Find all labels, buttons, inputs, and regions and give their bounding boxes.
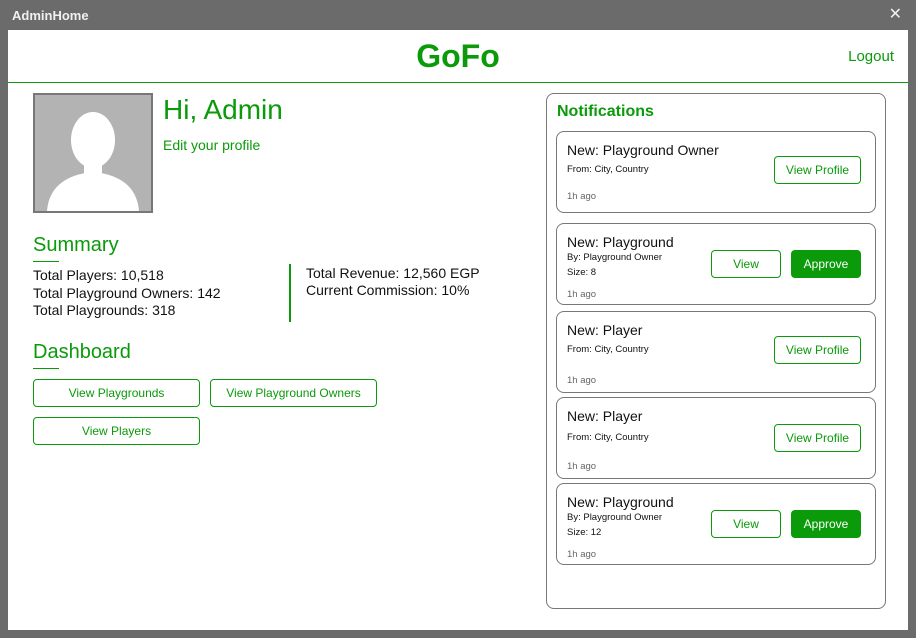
main-content: GoFo Logout Hi, Admin Edit your profile … <box>8 30 908 630</box>
notification-time: 1h ago <box>567 461 597 472</box>
view-profile-button[interactable]: View Profile <box>774 424 861 452</box>
notifications-panel: Notifications New: Playground Owner From… <box>546 93 886 609</box>
dashboard-underline <box>33 368 59 369</box>
top-header: GoFo Logout <box>8 30 908 83</box>
notification-card: New: Player From: City, Country 1h ago V… <box>556 311 876 393</box>
avatar <box>33 93 153 213</box>
dashboard-title: Dashboard <box>33 341 131 363</box>
notification-title: New: Player <box>567 408 643 424</box>
total-revenue-stat: Total Revenue: 12,560 EGP <box>306 265 480 281</box>
notification-title: New: Playground <box>567 494 674 510</box>
notification-card: New: Player From: City, Country 1h ago V… <box>556 397 876 479</box>
greeting-heading: Hi, Admin <box>163 94 283 125</box>
view-playground-owners-button[interactable]: View Playground Owners <box>210 379 377 407</box>
view-profile-button[interactable]: View Profile <box>774 156 861 184</box>
notification-detail: By: Playground Owner <box>567 512 663 523</box>
user-silhouette-icon <box>35 95 151 211</box>
summary-title: Summary <box>33 234 119 256</box>
notification-detail: From: City, Country <box>567 344 649 355</box>
notification-card: New: Playground By: Playground Owner Siz… <box>556 223 876 305</box>
logout-link[interactable]: Logout <box>848 48 894 65</box>
close-icon[interactable]: ✕ <box>889 4 902 24</box>
edit-profile-link[interactable]: Edit your profile <box>163 137 260 153</box>
view-players-button[interactable]: View Players <box>33 417 200 445</box>
notification-time: 1h ago <box>567 289 597 300</box>
notifications-title: Notifications <box>557 103 654 120</box>
notification-time: 1h ago <box>567 191 597 202</box>
notification-title: New: Playground Owner <box>567 142 719 158</box>
notification-time: 1h ago <box>567 549 597 560</box>
notification-title: New: Player <box>567 322 643 338</box>
notification-time: 1h ago <box>567 375 597 386</box>
total-players-stat: Total Players: 10,518 <box>33 267 164 283</box>
commission-stat: Current Commission: 10% <box>306 282 470 298</box>
notification-detail: From: City, Country <box>567 164 649 175</box>
window-title: AdminHome <box>12 8 89 23</box>
notification-title: New: Playground <box>567 234 674 250</box>
approve-button[interactable]: Approve <box>791 510 861 538</box>
approve-button[interactable]: Approve <box>791 250 861 278</box>
total-owners-stat: Total Playground Owners: 142 <box>33 285 221 301</box>
view-playgrounds-button[interactable]: View Playgrounds <box>33 379 200 407</box>
notification-size: Size: 12 <box>567 527 602 538</box>
summary-divider <box>289 264 291 322</box>
notification-detail: From: City, Country <box>567 432 649 443</box>
view-profile-button[interactable]: View Profile <box>774 336 861 364</box>
app-window: AdminHome ✕ GoFo Logout Hi, Admin Edit y… <box>0 0 916 638</box>
title-bar: AdminHome ✕ <box>0 0 916 30</box>
total-playgrounds-stat: Total Playgrounds: 318 <box>33 302 176 318</box>
notification-card: New: Playground By: Playground Owner Siz… <box>556 483 876 565</box>
app-logo: GoFo <box>416 38 500 74</box>
view-button[interactable]: View <box>711 510 781 538</box>
summary-underline <box>33 261 59 262</box>
notification-detail: By: Playground Owner <box>567 252 663 263</box>
notification-card: New: Playground Owner From: City, Countr… <box>556 131 876 213</box>
view-button[interactable]: View <box>711 250 781 278</box>
notification-size: Size: 8 <box>567 267 597 278</box>
